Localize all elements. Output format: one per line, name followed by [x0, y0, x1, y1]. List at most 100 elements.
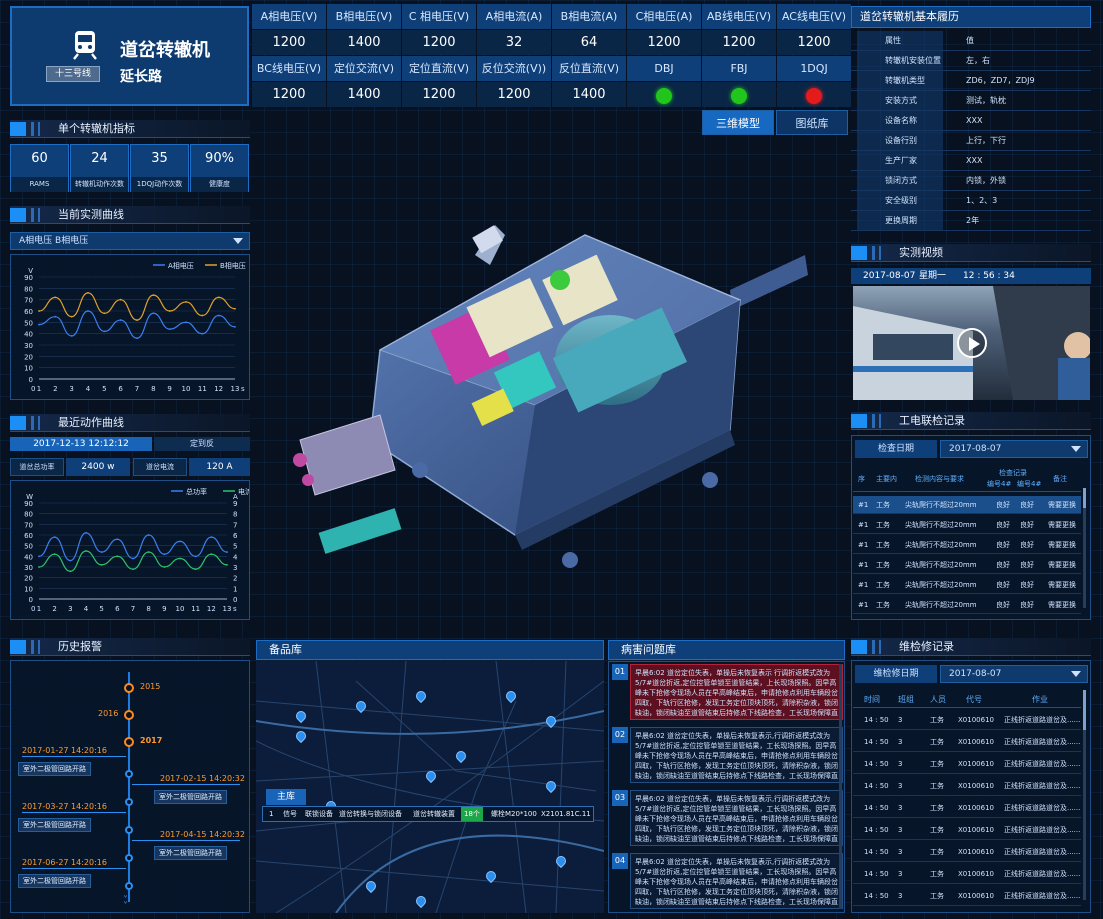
scrollbar[interactable] [1083, 690, 1086, 900]
history-key: 安装方式 [857, 91, 943, 110]
table-row[interactable]: #1 工务 尖轨爬行不超过20mm 良好 良好 需要更换 [853, 596, 1081, 614]
inspection-date-select[interactable]: 2017-08-07 [940, 440, 1088, 458]
table-row[interactable]: #1 工务 尖轨爬行不超过20mm 良好 良好 需要更换 [853, 576, 1081, 594]
x-axis-label: s [241, 385, 245, 393]
power-label: 道岔总功率 [10, 458, 64, 476]
table-cell: 需要更换 [1048, 541, 1076, 549]
legend-label: 总功率 [186, 487, 207, 496]
maint-date-select[interactable]: 2017-08-07 [940, 665, 1088, 683]
table-cell: 尖轨爬行不超过20mm [905, 561, 977, 569]
table-row[interactable]: 14 : 50 3 工务 X0100610 正线折返道路道岔及...... [853, 886, 1081, 906]
indicator-label: 健康度 [191, 177, 248, 192]
maint-date-label: 维检修日期 [855, 665, 937, 683]
table-cell: X0100610 [958, 760, 994, 768]
table-cell: 14 : 50 [864, 760, 889, 768]
timeline-dot [125, 826, 133, 834]
3d-model-viewer[interactable] [260, 140, 845, 630]
x-tick-label: 9 [167, 385, 171, 393]
y-tick-label: 0 [29, 376, 33, 384]
action-data-point [85, 550, 87, 552]
spare-parts-header: 备品库 [256, 640, 604, 660]
maint-col: 代号 [966, 695, 982, 704]
action-data-point [132, 568, 134, 571]
y2-tick-label: 3 [233, 564, 237, 572]
alarm-text[interactable]: 室外二极管回路开路 [154, 846, 227, 860]
alarm-text[interactable]: 室外二极管回路开路 [18, 762, 91, 776]
title-block: 十三号线 道岔转辙机 延长路 [10, 6, 249, 106]
voltage-data-point [136, 319, 138, 321]
popup-tab-main[interactable]: 主库 [266, 789, 306, 805]
reading-value-2: 1200 [402, 30, 476, 55]
double-chevron-down-icon[interactable]: ˅ ˅ [123, 896, 128, 912]
table-row[interactable]: 14 : 50 3 工务 X0100610 正线折返道路道岔及...... [853, 710, 1081, 730]
table-cell: #1 [858, 501, 869, 509]
table-cell: 尖轨爬行不超过20mm [905, 501, 977, 509]
table-cell: 工务 [930, 870, 944, 878]
popup-row[interactable]: 1 信号 联锁设备 道岔转换与锁闭设备 道岔转辙装置 18个 螺栓M20*100… [262, 806, 594, 822]
indicator-value: 90% [205, 151, 234, 166]
reading-value-6: 1200 [702, 30, 776, 55]
action-data-point [147, 551, 150, 553]
table-row[interactable]: #1 工务 尖轨爬行不超过20mm 良好 良好 需要更换 [853, 496, 1081, 514]
reading-value-4: 64 [552, 30, 626, 55]
timeline-dot [125, 798, 133, 806]
alarm-text[interactable]: 室外二极管回路开路 [18, 874, 91, 888]
x-tick-label: 13 [223, 605, 232, 613]
video-player[interactable] [853, 286, 1090, 400]
map-popup[interactable]: 主库 1 信号 联锁设备 道岔转换与锁闭设备 道岔转辙装置 18个 螺栓M20*… [262, 789, 594, 823]
action-data-point [53, 553, 56, 556]
issue-item[interactable]: 早晨6:02 道岔定位失表，单操后未恢复表示,行调折返模式改为5/7#道岔折返,… [630, 853, 843, 909]
table-cell: 正线折返道路道岔及...... [1004, 738, 1081, 746]
indicator-tile-1: 24 转辙机动作次数 [70, 144, 129, 192]
indicator-value: 35 [151, 151, 168, 166]
y2-tick-label: 7 [233, 521, 237, 529]
issue-item[interactable]: 早晨6:02 道岔定位失表，单操后未恢复表示,行调折返模式改为5/7#道岔折返,… [630, 727, 843, 783]
table-cell: #1 [858, 521, 869, 529]
voltage-data-point [201, 332, 204, 335]
tab-3d-model[interactable]: 三维模型 [702, 110, 774, 135]
y-tick-label: 50 [24, 319, 33, 327]
action-data-point [38, 555, 40, 558]
history-key: 安全级别 [857, 191, 943, 210]
voltage-data-point [38, 310, 40, 312]
table-row[interactable]: 14 : 50 3 工务 X0100610 正线折返道路道岔及...... [853, 842, 1081, 862]
action-data-point [69, 559, 72, 562]
x-tick-label: 0 [31, 605, 35, 613]
table-row[interactable]: 14 : 50 3 工务 X0100610 正线折返道路道岔及...... [853, 754, 1081, 774]
tab-drawing-library[interactable]: 图纸库 [776, 110, 848, 135]
table-row[interactable]: #1 工务 尖轨爬行不超过20mm 良好 良好 需要更换 [853, 556, 1081, 574]
table-row[interactable]: 14 : 50 3 工务 X0100610 正线折返道路道岔及...... [853, 776, 1081, 796]
table-row[interactable]: 14 : 50 3 工务 X0100610 正线折返道路道岔及...... [853, 820, 1081, 840]
y-tick-label: 10 [24, 365, 33, 373]
table-cell: 3 [898, 716, 903, 724]
x-tick-label: 11 [191, 605, 200, 613]
history-value: 2年 [966, 216, 980, 225]
issue-item[interactable]: 早晨6:02 道岔定位失表，单操后未恢复表示,行调折返模式改为5/7#道岔折返,… [630, 790, 843, 846]
table-row[interactable]: #1 工务 尖轨爬行不超过20mm 良好 良好 需要更换 [853, 516, 1081, 534]
y-tick-label: 80 [24, 285, 33, 293]
table-row[interactable]: 14 : 50 3 工务 X0100610 正线折返道路道岔及...... [853, 798, 1081, 818]
x-tick-label: 0 [31, 385, 35, 393]
scrollbar[interactable] [1083, 488, 1086, 608]
issue-item[interactable]: 早晨6:02 道岔定位失表，单操后未恢复表示 行调折返模式改为5/7#道岔折返,… [630, 664, 843, 720]
basic-history-header: 道岔转辙机基本履历 [851, 6, 1091, 28]
play-button[interactable] [957, 328, 987, 358]
table-row[interactable]: #1 工务 尖轨爬行不超过20mm 良好 良好 需要更换 [853, 536, 1081, 554]
table-row[interactable]: 14 : 50 3 工务 X0100610 正线折返道路道岔及...... [853, 864, 1081, 884]
curve-series-select[interactable]: A相电压 B相电压 [10, 232, 250, 250]
table-row[interactable]: 14 : 50 3 工务 X0100610 正线折返道路道岔及...... [853, 732, 1081, 752]
reading2-header-0: BC线电压(V) [252, 56, 326, 81]
y-tick-label: 10 [24, 585, 33, 593]
table-cell: 工务 [930, 716, 944, 724]
action-data-point [194, 555, 197, 558]
alarm-time: 2017-02-15 14:20:32 [160, 774, 245, 783]
alarm-text[interactable]: 室外二极管回路开路 [154, 790, 227, 804]
spare-parts-map[interactable]: 主库 1 信号 联锁设备 道岔转换与锁闭设备 道岔转辙装置 18个 螺栓M20*… [256, 661, 604, 913]
scrollbar[interactable] [839, 664, 842, 909]
status-lamp-dbj [656, 88, 672, 104]
alarm-text[interactable]: 室外二极管回路开路 [18, 818, 91, 832]
table-cell: 良好 [1020, 601, 1034, 609]
table-cell: 良好 [996, 521, 1010, 529]
status-lamp-1dqj [806, 88, 822, 104]
action-data-point [100, 551, 103, 553]
